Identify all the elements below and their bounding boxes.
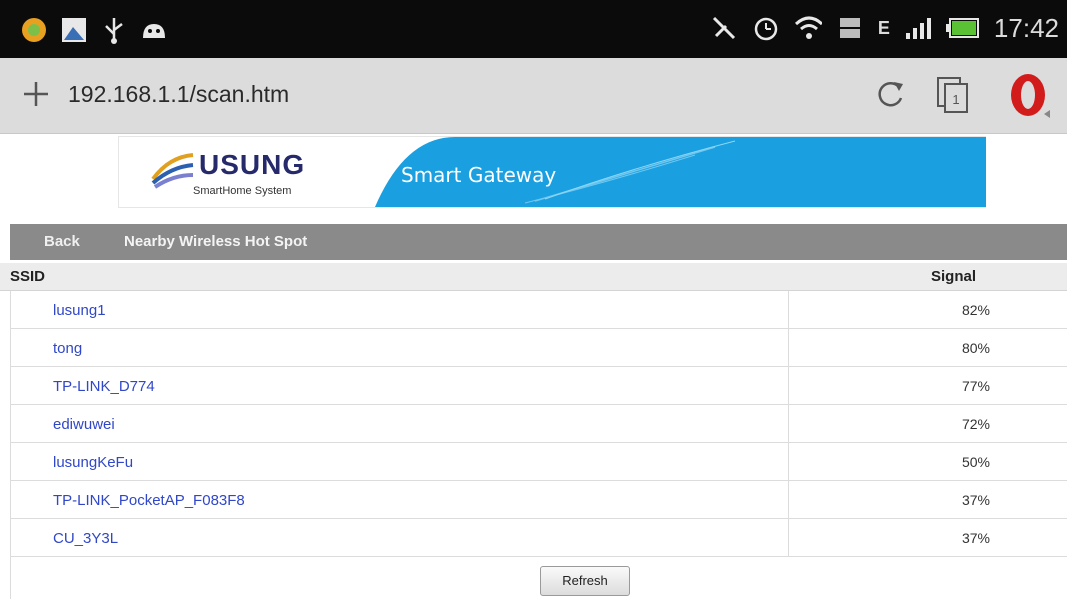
back-link[interactable]: Back	[44, 233, 80, 250]
table-row[interactable]: TP-LINK_PocketAP_F083F8 37%	[10, 481, 1067, 519]
signal-value: 37%	[961, 492, 990, 508]
data-icon	[836, 14, 864, 42]
tabs-icon[interactable]: 1	[936, 76, 970, 114]
battery-icon	[945, 14, 980, 42]
table-row[interactable]: ediwuwei 72%	[10, 405, 1067, 443]
system-icons: E 17:42	[710, 12, 1059, 44]
url-text[interactable]: 192.168.1.1/scan.htm	[68, 81, 289, 108]
clock: 17:42	[993, 13, 1059, 43]
signal-value: 80%	[961, 340, 990, 356]
page-title: Nearby Wireless Hot Spot	[124, 233, 308, 250]
table-row[interactable]: lusungKeFu 50%	[10, 443, 1067, 481]
network-type-label: E	[877, 17, 890, 38]
ssid-link[interactable]: CU_3Y3L	[53, 530, 118, 547]
column-divider	[788, 443, 789, 481]
plus-icon[interactable]	[20, 78, 52, 110]
ssid-link[interactable]: tong	[53, 340, 82, 357]
brand-name: USUNG	[199, 149, 306, 180]
brand-logo: USUNG SmartHome System	[149, 145, 319, 205]
column-divider	[788, 519, 789, 557]
status-bar: E 17:42	[0, 0, 1067, 58]
signal-value: 77%	[961, 378, 990, 394]
column-header-ssid: SSID	[10, 268, 46, 285]
hotspot-table: SSID Signal lusung1 82% tong 80% TP-LINK…	[0, 263, 1067, 557]
browser-toolbar: 192.168.1.1/scan.htm 1	[0, 58, 1067, 134]
ssid-link[interactable]: lusungKeFu	[53, 454, 133, 471]
address-bar[interactable]: 192.168.1.1/scan.htm 1	[12, 72, 1050, 118]
logo-swoosh-icon	[151, 153, 194, 189]
opera-icon[interactable]	[1006, 72, 1050, 118]
ssid-link[interactable]: TP-LINK_PocketAP_F083F8	[53, 492, 245, 509]
tab-count: 1	[952, 92, 959, 107]
refresh-button[interactable]: Refresh	[540, 566, 630, 596]
header-banner: USUNG SmartHome System Smart Gateway	[118, 136, 986, 208]
table-header: SSID Signal	[0, 263, 1067, 291]
column-divider	[788, 405, 789, 443]
mute-icon	[710, 14, 738, 42]
table-left-border	[10, 291, 11, 599]
signal-icon	[904, 14, 932, 42]
signal-value: 82%	[961, 302, 990, 318]
signal-value: 72%	[961, 416, 990, 432]
column-divider	[788, 291, 789, 329]
signal-value: 50%	[961, 454, 990, 470]
ssid-link[interactable]: TP-LINK_D774	[53, 378, 155, 395]
banner-tagline: Smart Gateway	[401, 163, 557, 187]
reload-icon[interactable]	[872, 76, 908, 112]
ssid-link[interactable]: ediwuwei	[53, 416, 115, 433]
usb-icon	[100, 16, 128, 44]
table-row[interactable]: lusung1 82%	[10, 291, 1067, 329]
notification-icons	[20, 16, 168, 44]
column-header-signal: Signal	[931, 268, 977, 285]
brand-subtitle: SmartHome System	[193, 185, 292, 197]
alarm-icon	[752, 14, 780, 42]
table-row[interactable]: TP-LINK_D774 77%	[10, 367, 1067, 405]
column-divider	[788, 481, 789, 519]
image-icon	[60, 16, 88, 44]
table-row[interactable]: CU_3Y3L 37%	[10, 519, 1067, 557]
nav-bar: Back Nearby Wireless Hot Spot	[10, 224, 1067, 260]
table-row[interactable]: tong 80%	[10, 329, 1067, 367]
signal-value: 37%	[961, 530, 990, 546]
wifi-icon	[794, 14, 822, 42]
column-divider	[788, 329, 789, 367]
column-divider	[788, 367, 789, 405]
android-icon	[140, 16, 168, 44]
ssid-link[interactable]: lusung1	[53, 302, 106, 319]
app-icon	[20, 16, 48, 44]
